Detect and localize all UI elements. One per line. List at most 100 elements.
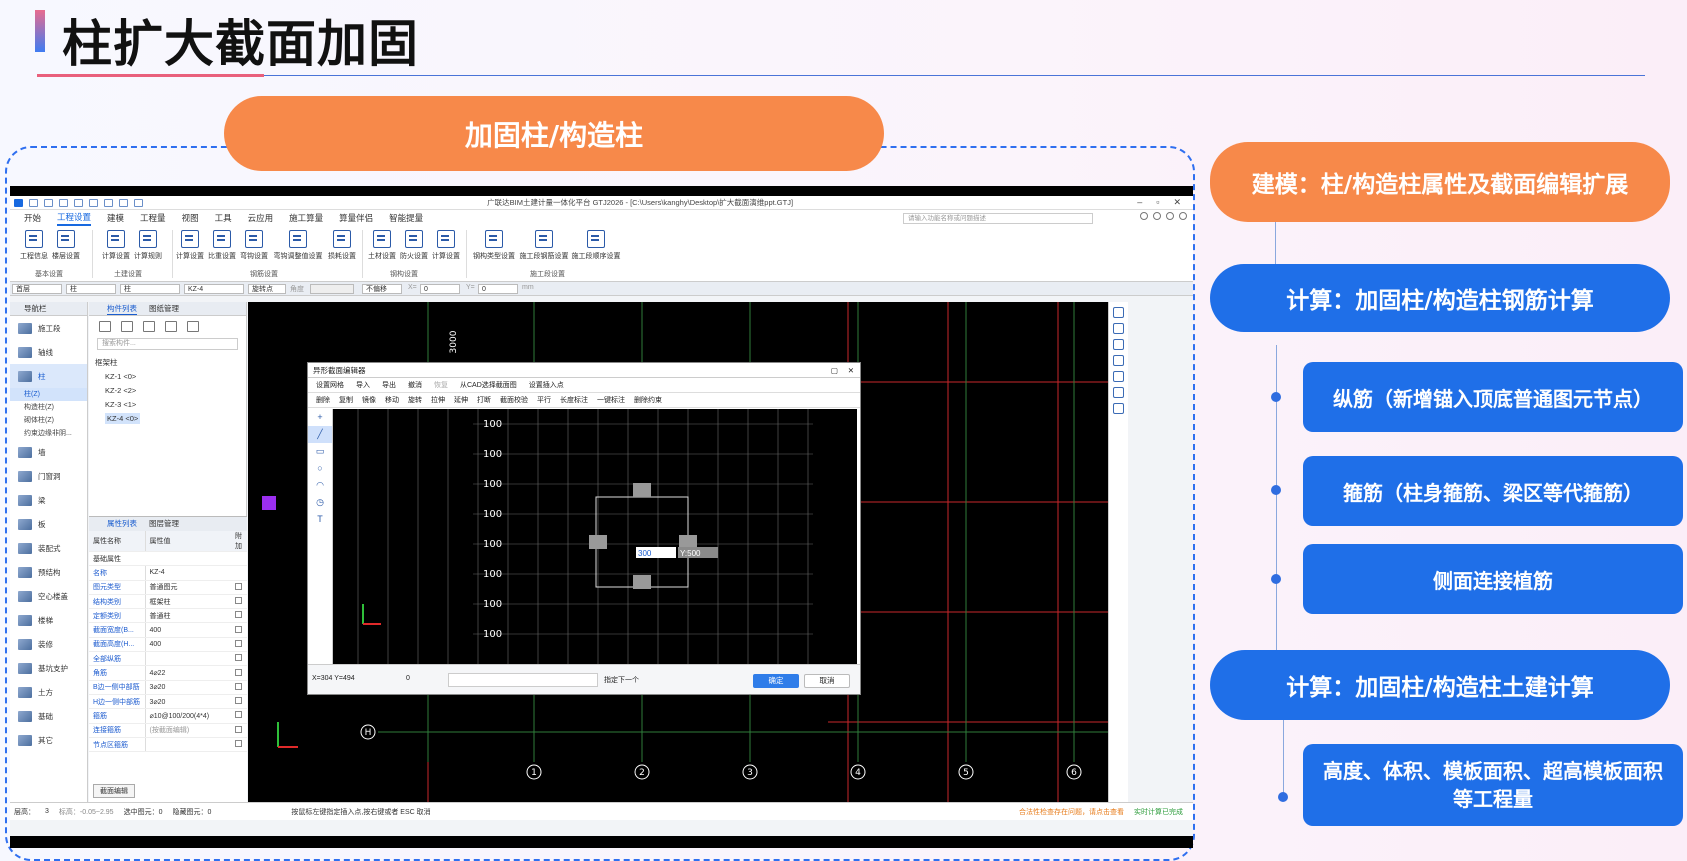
menu-construction[interactable]: 施工算量 (289, 212, 323, 224)
nav-item-earthwork[interactable]: 土方 (10, 680, 87, 704)
insert-point-button[interactable]: 设置插入点 (529, 380, 564, 390)
nav-item-other[interactable]: 其它 (10, 728, 87, 752)
tab-property-list[interactable]: 属性列表 (107, 517, 137, 531)
nav-item-stage[interactable]: 施工段 (10, 316, 87, 340)
nav-item-beam[interactable]: 梁 (10, 488, 87, 512)
tree-item[interactable]: KZ-3 <1> (95, 398, 246, 412)
prop-value[interactable]: 3⌀20 (144, 680, 231, 695)
type-select[interactable]: 柱 (66, 284, 116, 294)
menu-project-settings[interactable]: 工程设置 (57, 211, 92, 226)
save-icon[interactable] (59, 198, 68, 207)
menu-tools[interactable]: 工具 (215, 212, 232, 224)
undo-button[interactable]: 撤消 (408, 380, 422, 390)
checkbox[interactable] (235, 582, 242, 590)
fullscreen-icon[interactable] (1113, 371, 1124, 382)
settings-icon[interactable] (1166, 212, 1174, 220)
prop-value[interactable]: 400 (144, 622, 231, 638)
tab-drawing-manager[interactable]: 图纸管理 (149, 302, 179, 315)
grid-icon[interactable] (104, 198, 113, 207)
length-dim-button[interactable]: 长度标注 (560, 395, 588, 405)
rotate-point-checkbox[interactable]: 旋转点 (248, 284, 286, 294)
ribbon-floor-settings-button[interactable]: 楼层设置 (44, 230, 88, 261)
angle-tool-icon[interactable]: ◷ (308, 494, 332, 511)
x-input[interactable]: 0 (420, 284, 460, 294)
dialog-close-icon[interactable]: ✕ (848, 363, 854, 378)
checkbox[interactable] (235, 611, 242, 619)
nav-sub-constructional-column[interactable]: 构造柱(Z) (10, 401, 87, 414)
stretch-button[interactable]: 拉伸 (431, 395, 445, 405)
snap-tools[interactable] (448, 673, 598, 687)
move-button[interactable]: 移动 (385, 395, 399, 405)
section-check-button[interactable]: 截面校验 (500, 395, 528, 405)
menu-quantities[interactable]: 工程量 (140, 212, 166, 224)
cancel-button[interactable]: 取消 (804, 674, 850, 688)
help-icon[interactable] (1153, 212, 1161, 220)
ribbon-steel-calc-button[interactable]: 计算设置 (424, 230, 468, 261)
nav-item-prefab[interactable]: 装配式 (10, 536, 87, 560)
component-search-input[interactable]: 搜索构件... (97, 338, 238, 350)
menu-view[interactable]: 视图 (182, 212, 199, 224)
prop-value[interactable]: 普通柱 (144, 608, 231, 624)
tab-component-list[interactable]: 构件列表 (107, 302, 137, 315)
prop-value[interactable]: (按截面编辑) (144, 723, 231, 738)
checkbox[interactable] (235, 654, 242, 662)
checkbox[interactable] (235, 725, 242, 733)
prop-value[interactable]: 普通图元 (144, 580, 231, 595)
nav-item-axis[interactable]: 轴线 (10, 340, 87, 364)
minimize-icon[interactable]: – (1137, 197, 1142, 208)
layers-icon[interactable] (1113, 403, 1124, 414)
prop-value[interactable]: 框架柱 (144, 594, 231, 610)
chart-icon[interactable] (134, 198, 143, 207)
line-tool-icon[interactable]: ╱ (308, 426, 332, 443)
checkbox[interactable] (235, 697, 242, 705)
cad-select-button[interactable]: 从CAD选择截面图 (460, 380, 517, 390)
prop-value[interactable]: KZ-4 (144, 565, 231, 581)
nav-item-door[interactable]: 门窗洞 (10, 464, 87, 488)
checkbox[interactable] (235, 625, 242, 633)
redo-button[interactable]: 恢复 (434, 380, 448, 390)
maximize-icon[interactable]: ▢ (831, 363, 838, 378)
menu-start[interactable]: 开始 (24, 212, 41, 224)
restore-icon[interactable]: ▫ (1156, 197, 1159, 208)
nav-item-decoration[interactable]: 装修 (10, 632, 87, 656)
nav-item-column[interactable]: 柱 (10, 364, 87, 388)
prop-value[interactable]: 4⌀22 (144, 665, 231, 681)
nav-sub-boundary[interactable]: 约束边缘非阴... (10, 427, 87, 440)
nav-item-slab[interactable]: 板 (10, 512, 87, 536)
delete-button[interactable]: 删除 (316, 395, 330, 405)
ribbon-hook-adjust-button[interactable]: 弯钩调整值设置 (268, 230, 328, 261)
user-icon[interactable] (1140, 212, 1148, 220)
nav-sub-column[interactable]: 柱(Z) (10, 388, 87, 401)
tree-item-selected[interactable]: KZ-4 <0> (95, 412, 246, 426)
menu-modeling[interactable]: 建模 (107, 212, 124, 224)
checkbox[interactable] (235, 740, 242, 747)
section-canvas[interactable]: 100 100 100 100 100 100 100 100 300 Y:50… (333, 409, 857, 664)
delete-component-icon[interactable] (143, 321, 155, 332)
nav-item-stairs[interactable]: 楼梯 (10, 608, 87, 632)
copy-button[interactable]: 复制 (339, 395, 353, 405)
copy-component-icon[interactable] (121, 321, 133, 332)
zoom-icon[interactable] (1113, 387, 1124, 398)
prop-value[interactable] (144, 737, 231, 753)
ribbon-stage-order-button[interactable]: 施工段顺序设置 (568, 230, 624, 261)
import-button[interactable]: 导入 (356, 380, 370, 390)
nav-item-hollow[interactable]: 空心楼盖 (10, 584, 87, 608)
nav-item-foundation[interactable]: 基础 (10, 704, 87, 728)
tab-layer-manager[interactable]: 图层管理 (149, 517, 179, 531)
undo-icon[interactable] (74, 198, 83, 207)
ok-button[interactable]: 确定 (753, 674, 799, 688)
grid-settings-button[interactable]: 设置网格 (316, 380, 344, 390)
open-icon[interactable] (44, 198, 53, 207)
redo-icon[interactable] (89, 198, 98, 207)
tree-item[interactable]: KZ-1 <0> (95, 370, 246, 384)
nav-item-prestructure[interactable]: 预结构 (10, 560, 87, 584)
table-icon[interactable] (119, 198, 128, 207)
nav-sub-masonry-column[interactable]: 砌体柱(Z) (10, 414, 87, 427)
point-tool-icon[interactable]: + (308, 409, 332, 426)
prop-value[interactable]: ⌀10@100/200(4*4) (144, 708, 231, 724)
filter-icon[interactable] (165, 321, 177, 332)
mirror-button[interactable]: 镜像 (362, 395, 376, 405)
arc-tool-icon[interactable]: ◠ (308, 477, 332, 494)
ribbon-stage-rebar-button[interactable]: 施工段钢筋设置 (516, 230, 572, 261)
tree-item[interactable]: KZ-2 <2> (95, 384, 246, 398)
